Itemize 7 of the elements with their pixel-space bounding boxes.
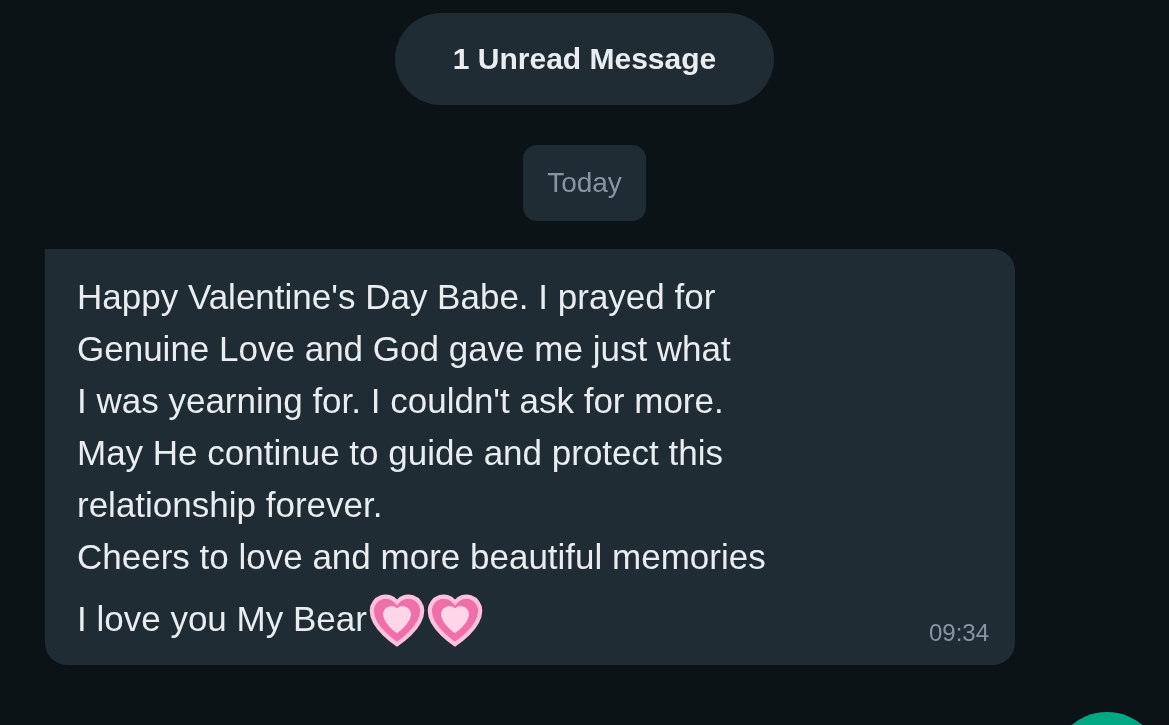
- message-time: 09:34: [928, 619, 989, 647]
- heart-icon: [426, 591, 483, 647]
- message-text: I love you My Bear: [77, 598, 367, 640]
- message-text: Happy Valentine's Day Babe. I prayed for Genuine Love and God gave me just what I was yearning for. I couldn't ask for more. May He continue to guide and protect this relationship forever. Cheers to love and more beautiful memories: [77, 276, 767, 578]
- date-chip: Today: [523, 145, 646, 221]
- heart-icon: [368, 591, 425, 647]
- unread-messages-banner: 1 Unread Message: [394, 13, 775, 105]
